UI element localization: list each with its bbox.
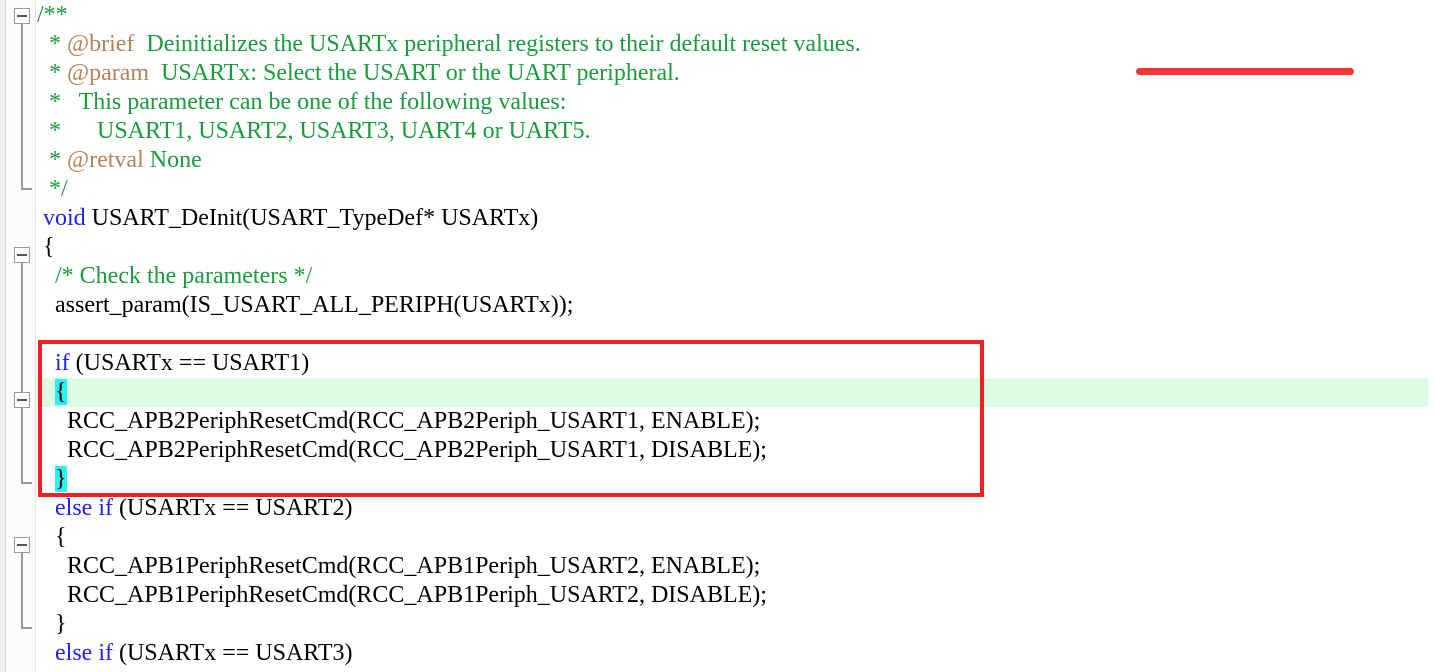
code-line[interactable]: else if (USARTx == USART3) [37, 639, 1435, 668]
code-comment: None [143, 147, 202, 173]
code-line-text: void USART_DeInit(USART_TypeDef* USARTx) [37, 204, 538, 233]
code-line[interactable]: void USART_DeInit(USART_TypeDef* USARTx) [37, 204, 1435, 233]
code-comment: * [37, 31, 67, 57]
code-line[interactable]: { [37, 523, 1435, 552]
code-line[interactable]: * USART1, USART2, USART3, UART4 or UART5… [37, 117, 1435, 146]
code-line-text: * @brief Deinitializes the USARTx periph… [37, 30, 861, 59]
code-line[interactable]: RCC_APB2PeriphResetCmd(RCC_APB2Periph_US… [37, 407, 1435, 436]
code-line-text: } [37, 610, 67, 639]
code-line[interactable]: else if (USARTx == USART2) [37, 494, 1435, 523]
fold-end-tick-icon [21, 627, 32, 629]
reset-values-underline [1136, 68, 1354, 75]
code-comment: Deinitializes the USARTx peripheral regi… [134, 31, 861, 57]
code-text: { [37, 234, 55, 260]
code-comment: * This parameter can be one of the follo… [37, 89, 567, 115]
code-line-text: RCC_APB2PeriphResetCmd(RCC_APB2Periph_US… [37, 436, 767, 465]
fold-collapse-icon[interactable] [14, 247, 30, 263]
code-line-text: else if (USARTx == USART2) [37, 494, 353, 523]
code-line[interactable]: { [37, 233, 1435, 262]
code-line[interactable]: /* Check the parameters */ [37, 262, 1435, 291]
code-text: (USARTx == USART2) [112, 495, 353, 521]
fold-tree-line [21, 24, 23, 190]
fold-end-tick-icon [21, 188, 32, 190]
code-line-text: { [37, 523, 67, 552]
code-keyword: if [37, 350, 70, 376]
code-text: { [37, 524, 67, 550]
doxygen-tag: @retval [67, 147, 144, 173]
code-line[interactable]: RCC_APB1PeriphResetCmd(RCC_APB1Periph_US… [37, 581, 1435, 610]
code-comment: USARTx: Select the USART or the UART per… [149, 60, 680, 86]
code-line-text: if (USARTx == USART1) [37, 349, 309, 378]
code-line-text: * This parameter can be one of the follo… [37, 88, 566, 117]
current-line-highlight [37, 378, 1428, 407]
code-comment: /** [37, 2, 68, 28]
code-keyword: void [37, 205, 86, 231]
code-comment: /* Check the parameters */ [37, 263, 313, 289]
code-comment: * [37, 147, 67, 173]
code-text-surface[interactable]: /** * @brief Deinitializes the USARTx pe… [37, 0, 1435, 672]
code-editor-view[interactable]: /** * @brief Deinitializes the USARTx pe… [0, 0, 1435, 672]
code-line[interactable]: RCC_APB2PeriphResetCmd(RCC_APB2Periph_US… [37, 436, 1435, 465]
code-comment: * USART1, USART2, USART3, UART4 or UART5… [37, 118, 591, 144]
code-folding-gutter[interactable] [7, 0, 36, 672]
code-line-text: { [37, 378, 67, 407]
code-line[interactable]: } [37, 610, 1435, 639]
code-line-text: RCC_APB2PeriphResetCmd(RCC_APB2Periph_US… [37, 407, 760, 436]
code-line[interactable]: /** [37, 1, 1435, 30]
code-line-text: * @param USARTx: Select the USART or the… [37, 59, 680, 88]
code-line[interactable]: RCC_APB1PeriphResetCmd(RCC_APB1Periph_US… [37, 552, 1435, 581]
code-line-text: */ [37, 175, 68, 204]
code-text: RCC_APB1PeriphResetCmd(RCC_APB1Periph_US… [37, 582, 767, 608]
code-line[interactable]: * @retval None [37, 146, 1435, 175]
code-line-text: { [37, 233, 55, 262]
code-text: } [37, 611, 67, 637]
doxygen-tag: @param [67, 60, 150, 86]
code-line[interactable]: */ [37, 175, 1435, 204]
code-line-text: /** [37, 1, 68, 30]
code-text: RCC_APB2PeriphResetCmd(RCC_APB2Periph_US… [37, 437, 767, 463]
matching-brace-highlight: { [55, 379, 67, 405]
fold-end-tick-icon [21, 482, 32, 484]
matching-brace-highlight: } [55, 466, 67, 492]
fold-collapse-icon[interactable] [14, 392, 30, 408]
code-line[interactable]: * @brief Deinitializes the USARTx periph… [37, 30, 1435, 59]
code-comment: * [37, 60, 67, 86]
code-line[interactable]: * This parameter can be one of the follo… [37, 88, 1435, 117]
code-line-text: * USART1, USART2, USART3, UART4 or UART5… [37, 117, 591, 146]
code-line-text: RCC_APB1PeriphResetCmd(RCC_APB1Periph_US… [37, 581, 767, 610]
code-line-text: * @retval None [37, 146, 202, 175]
fold-tree-line [21, 263, 23, 483]
code-text: assert_param(IS_USART_ALL_PERIPH(USARTx)… [37, 292, 574, 318]
code-comment: */ [37, 176, 68, 202]
code-text: RCC_APB2PeriphResetCmd(RCC_APB2Periph_US… [37, 408, 761, 434]
code-line[interactable]: } [37, 465, 1435, 494]
code-keyword: else if [37, 640, 113, 666]
fold-collapse-icon[interactable] [14, 537, 30, 553]
code-line[interactable]: assert_param(IS_USART_ALL_PERIPH(USARTx)… [37, 291, 1435, 320]
code-line[interactable]: if (USARTx == USART1) [37, 349, 1435, 378]
code-text: RCC_APB1PeriphResetCmd(RCC_APB1Periph_US… [37, 553, 761, 579]
code-line-text: } [37, 465, 67, 494]
code-text: (USARTx == USART1) [69, 350, 310, 376]
editor-left-edge-strip [0, 0, 6, 672]
fold-collapse-icon[interactable] [14, 8, 30, 24]
code-line-text: assert_param(IS_USART_ALL_PERIPH(USARTx)… [37, 291, 573, 320]
code-line-text: else if (USARTx == USART3) [37, 639, 353, 668]
code-line-text: /* Check the parameters */ [37, 262, 312, 291]
code-line-text: RCC_APB1PeriphResetCmd(RCC_APB1Periph_US… [37, 552, 760, 581]
code-text: (USARTx == USART3) [112, 640, 353, 666]
doxygen-tag: @brief [67, 31, 135, 57]
code-line[interactable]: { [37, 378, 1435, 407]
code-keyword: else if [37, 495, 113, 521]
code-text: USART_DeInit(USART_TypeDef* USARTx) [85, 205, 539, 231]
fold-tree-line [21, 553, 23, 629]
